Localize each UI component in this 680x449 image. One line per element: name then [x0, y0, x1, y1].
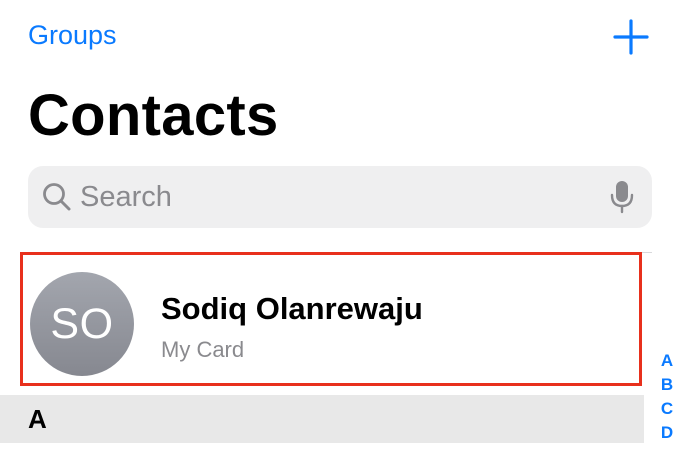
- section-header: A: [0, 395, 644, 443]
- search-input[interactable]: Search: [80, 180, 172, 214]
- my-card-row[interactable]: SO Sodiq Olanrewaju My Card: [20, 252, 642, 386]
- add-contact-button[interactable]: [612, 18, 650, 56]
- page-title: Contacts: [28, 83, 279, 148]
- index-letter-c[interactable]: C: [654, 397, 680, 421]
- index-letter-e[interactable]: E: [654, 445, 680, 449]
- plus-icon: [613, 19, 649, 55]
- microphone-icon[interactable]: [610, 180, 634, 214]
- index-letter-a[interactable]: A: [654, 349, 680, 373]
- index-letter-b[interactable]: B: [654, 373, 680, 397]
- contact-name: Sodiq Olanrewaju: [161, 291, 423, 326]
- my-card-label: My Card: [161, 337, 245, 362]
- index-letter-d[interactable]: D: [654, 421, 680, 445]
- groups-button[interactable]: Groups: [28, 18, 117, 52]
- search-icon: [43, 183, 71, 211]
- alphabet-index[interactable]: A B C D E: [654, 349, 680, 449]
- section-header-letter: A: [28, 404, 47, 434]
- search-bar[interactable]: Search: [28, 166, 652, 228]
- avatar: SO: [30, 272, 134, 376]
